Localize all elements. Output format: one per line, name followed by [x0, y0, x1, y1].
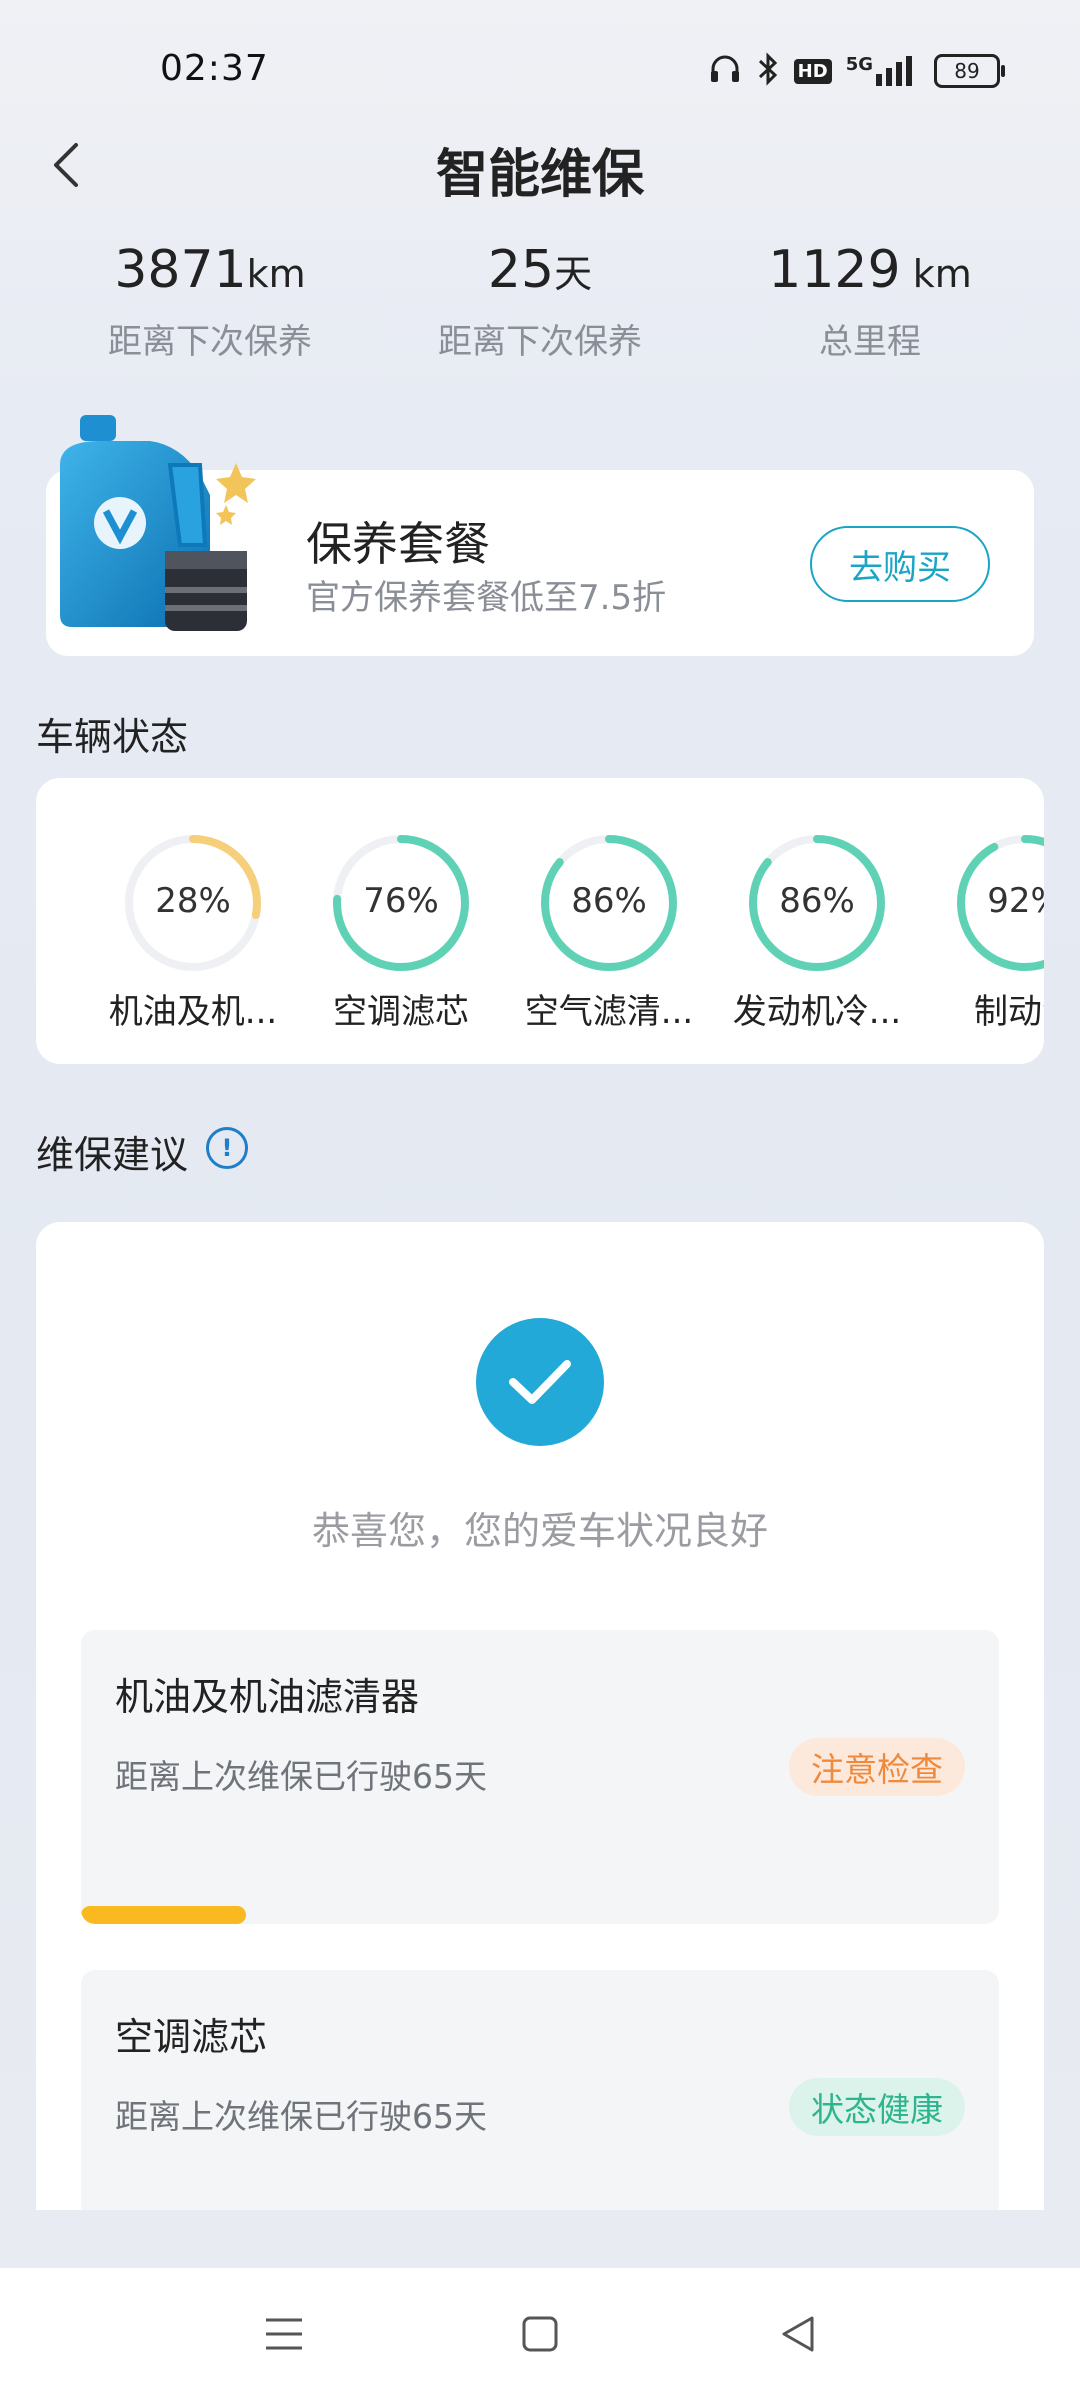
advice-item-subtitle: 距离上次维保已行驶65天 [115, 1757, 487, 1796]
gauge-label: 制动液 [974, 992, 1044, 1032]
gauge-ac-filter[interactable]: 76% 空调滤芯 [306, 828, 496, 1033]
gauge-label: 发动机冷... [732, 992, 902, 1032]
stat-label: 总里程 [819, 322, 921, 362]
stat-value: 3871 [114, 240, 247, 300]
status-time: 02:37 [160, 48, 269, 89]
vehicle-status-card[interactable]: 28% 机油及机... 76% 空调滤芯 86% 空气滤清... 86% 发动机… [36, 778, 1044, 1064]
headphones-icon [708, 52, 742, 90]
status-icons: HD 5G 89 [708, 50, 1005, 92]
gauge-percent: 86% [571, 881, 647, 921]
stat-unit: 天 [554, 252, 593, 296]
back-triangle-icon [782, 2316, 814, 2352]
stat-next-service-distance: 3871km 距离下次保养 [45, 240, 375, 363]
package-title: 保养套餐 [306, 517, 490, 571]
stat-total-mileage: 1129 km 总里程 [705, 240, 1035, 363]
check-icon [476, 1318, 604, 1446]
gauge-brake-fluid[interactable]: 92% 制动液 [930, 828, 1044, 1033]
battery-icon: 89 [934, 54, 1005, 88]
signal-icon: 5G [846, 56, 920, 86]
stat-unit: km [900, 252, 972, 296]
advice-item-title: 空调滤芯 [115, 2015, 268, 2059]
advice-item-ac-filter[interactable]: 空调滤芯 距离上次维保已行驶65天 状态健康 [81, 1970, 999, 2230]
bluetooth-icon [756, 52, 780, 90]
status-message: 恭喜您，您的爱车状况良好 [311, 1509, 768, 1553]
advice-item-title: 机油及机油滤清器 [115, 1675, 420, 1719]
menu-button[interactable] [252, 2302, 316, 2366]
stat-value: 25 [487, 240, 555, 300]
stat-unit: km [246, 252, 306, 296]
stat-label: 距离下次保养 [108, 322, 312, 362]
stat-label: 距离下次保养 [438, 322, 642, 362]
home-square-icon [522, 2316, 558, 2352]
gauge-percent: 76% [363, 881, 439, 921]
buy-button[interactable]: 去购买 [810, 526, 990, 602]
progress-bar [81, 1906, 247, 1924]
back-nav-button[interactable] [766, 2302, 830, 2366]
gauge-engine-coolant[interactable]: 86% 发动机冷... [722, 828, 912, 1033]
advice-title: 维保建议 [36, 1133, 189, 1177]
hd-icon: HD [793, 58, 832, 84]
status-badge: 状态健康 [789, 2078, 965, 2136]
page-title: 智能维保 [435, 145, 644, 205]
menu-icon [266, 2318, 302, 2350]
advice-item-subtitle: 距离上次维保已行驶65天 [115, 2097, 487, 2136]
gauge-label: 空气滤清... [524, 992, 694, 1032]
stat-next-service-days: 25天 距离下次保养 [375, 240, 705, 363]
status-badge: 注意检查 [789, 1738, 965, 1796]
package-subtitle: 官方保养套餐低至7.5折 [306, 578, 667, 618]
gauge-air-filter[interactable]: 86% 空气滤清... [514, 828, 704, 1033]
info-icon[interactable]: ! [206, 1127, 248, 1169]
gauge-percent: 86% [779, 881, 855, 921]
home-button[interactable] [508, 2302, 572, 2366]
oil-bottle-icon [40, 405, 280, 645]
stat-value: 1129 [768, 240, 901, 300]
content-fade [0, 2210, 1080, 2268]
vehicle-status-title: 车辆状态 [36, 715, 189, 759]
advice-item-oil[interactable]: 机油及机油滤清器 距离上次维保已行驶65天 注意检查 [81, 1630, 999, 1924]
gauge-label: 空调滤芯 [333, 992, 469, 1032]
gauge-percent: 92% [987, 881, 1044, 921]
gauge-label: 机油及机... [108, 992, 278, 1032]
gauge-oil[interactable]: 28% 机油及机... [98, 828, 288, 1033]
network-type: 5G [845, 54, 873, 75]
gauge-percent: 28% [155, 881, 231, 921]
